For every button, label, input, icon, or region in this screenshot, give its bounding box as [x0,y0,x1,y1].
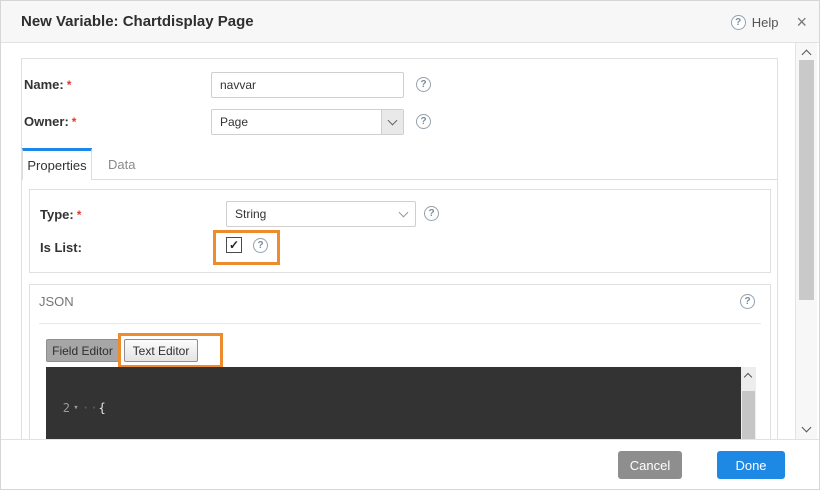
form-container: Name:* ? Owner:* Page ? Properties Data [21,58,778,439]
check-icon: ✓ [229,238,239,252]
type-select-arrow [391,212,415,216]
owner-label-text: Owner: [24,114,69,129]
owner-select-button [381,110,403,134]
dialog-body: Name:* ? Owner:* Page ? Properties Data [1,43,795,439]
type-required-asterisk: * [77,208,82,222]
is-list-checkbox[interactable]: ✓ [226,237,242,253]
json-code-editor[interactable]: 2 ▾ ·· { 3 ···· "label": "Home", 4 [46,367,756,439]
new-variable-dialog: New Variable: Chartdisplay Page ? Help ×… [0,0,820,490]
type-label-text: Type: [40,207,74,222]
dialog-footer: Cancel Done [1,439,819,490]
owner-select[interactable]: Page [211,109,404,135]
owner-label: Owner:* [24,114,76,129]
name-help-icon[interactable]: ? [416,77,431,92]
name-required-asterisk: * [67,78,72,92]
vertical-scrollbar[interactable] [795,43,817,439]
text-editor-button[interactable]: Text Editor [124,339,198,362]
chevron-down-icon [388,116,398,126]
is-list-label: Is List: [40,240,82,255]
whitespace-dots: ·· [82,400,98,416]
close-icon[interactable]: × [796,13,807,31]
help-label: Help [752,15,779,30]
code-token: { [98,400,105,416]
page-title: New Variable: Chartdisplay Page [21,1,254,43]
type-label: Type:* [40,207,81,222]
json-panel: JSON ? Field Editor Text Editor 2 ▾ ·· { [29,284,771,439]
field-editor-button[interactable]: Field Editor [46,339,119,362]
type-select-value: String [227,207,391,221]
code-line: 2 ▾ ·· { [46,400,741,416]
code-area: 2 ▾ ·· { 3 ···· "label": "Home", 4 [46,367,741,439]
type-help-icon[interactable]: ? [424,206,439,221]
owner-help-icon[interactable]: ? [416,114,431,129]
owner-select-value: Page [212,115,381,129]
scroll-thumb[interactable] [799,60,814,300]
line-number: 2 [46,400,70,416]
help-icon: ? [731,15,746,30]
name-input[interactable] [211,72,404,98]
tab-data[interactable]: Data [92,148,151,180]
is-list-help-icon[interactable]: ? [253,238,268,253]
dialog-header: New Variable: Chartdisplay Page ? Help × [1,1,819,43]
chevron-down-icon [398,208,408,218]
header-actions: ? Help × [731,1,807,43]
tab-properties[interactable]: Properties [22,148,92,180]
help-button[interactable]: ? Help [731,15,779,30]
json-divider [39,323,761,324]
scroll-up-icon[interactable] [802,50,812,60]
editor-scroll-thumb[interactable] [742,391,755,439]
done-button[interactable]: Done [717,451,785,479]
name-label-text: Name: [24,77,64,92]
scroll-up-icon[interactable] [744,373,752,381]
type-select[interactable]: String [226,201,416,227]
name-label: Name:* [24,77,71,92]
editor-scrollbar[interactable] [741,367,756,439]
is-list-annotation-highlight [213,230,280,265]
scroll-down-icon[interactable] [802,423,812,433]
cancel-button[interactable]: Cancel [618,451,682,479]
json-panel-title: JSON [39,294,74,309]
json-help-icon[interactable]: ? [740,294,755,309]
tab-bar: Properties Data [22,148,777,180]
fold-arrow-icon[interactable]: ▾ [70,400,82,416]
properties-panel: Type:* String ? Is List: ✓ ? [29,189,771,273]
owner-required-asterisk: * [72,115,77,129]
